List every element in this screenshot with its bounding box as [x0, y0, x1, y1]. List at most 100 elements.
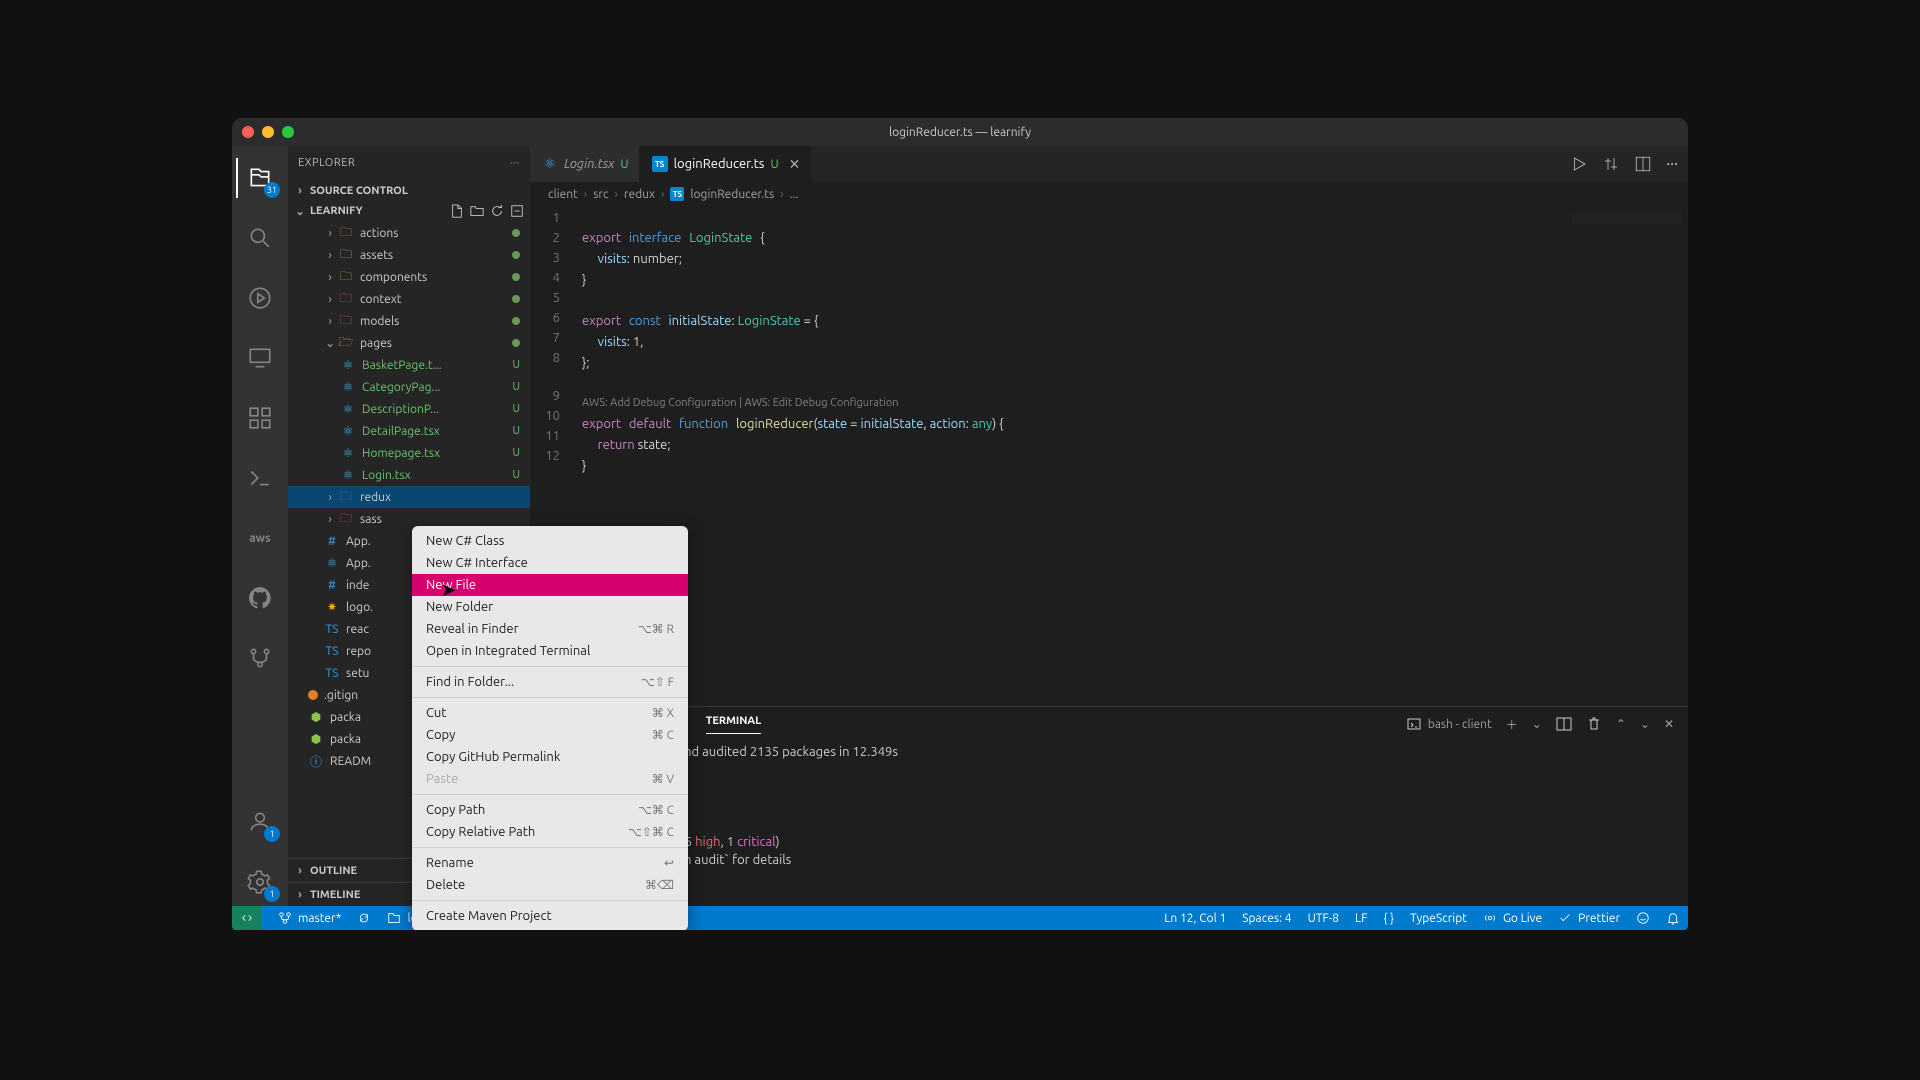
sidebar-more-icon[interactable]: ··· — [510, 157, 520, 169]
file-category[interactable]: ⚛CategoryPag...U — [288, 376, 530, 398]
tab-login-reducer[interactable]: TS loginReducer.ts U ✕ — [640, 146, 812, 182]
breadcrumb-item: loginReducer.ts — [690, 188, 774, 201]
ts-icon: TS — [652, 156, 668, 172]
menu-open-terminal[interactable]: Open in Integrated Terminal — [412, 640, 688, 662]
file-login[interactable]: ⚛Login.tsxU — [288, 464, 530, 486]
breadcrumb[interactable]: client› src› redux› TS loginReducer.ts› … — [530, 182, 1688, 206]
file-homepage[interactable]: ⚛Homepage.tsxU — [288, 442, 530, 464]
status-branch[interactable]: master* — [278, 911, 341, 925]
new-folder-icon[interactable] — [470, 204, 484, 218]
menu-reveal-finder[interactable]: Reveal in Finder⌥⌘ R — [412, 618, 688, 640]
tab-close-icon[interactable]: ✕ — [789, 156, 801, 173]
project-header[interactable]: ⌄LEARNIFY — [288, 202, 530, 220]
search-icon[interactable] — [236, 214, 284, 262]
tabs-bar: ⚛ Login.tsx U TS loginReducer.ts U ✕ — [530, 146, 1688, 182]
debug-icon[interactable] — [236, 274, 284, 322]
status-language[interactable]: TypeScript — [1410, 912, 1467, 925]
new-file-icon[interactable] — [450, 204, 464, 218]
window-controls — [232, 126, 294, 138]
minimap[interactable] — [1572, 212, 1682, 252]
menu-new-file[interactable]: New File — [412, 574, 688, 596]
terminal-dropdown-icon[interactable]: ⌄ — [1532, 717, 1542, 731]
tab-login[interactable]: ⚛ Login.tsx U — [530, 146, 640, 182]
status-golive[interactable]: Go Live — [1483, 911, 1542, 925]
compare-icon[interactable] — [1602, 155, 1620, 173]
codelens[interactable]: AWS: Add Debug Configuration | AWS: Edit… — [582, 394, 1688, 414]
breadcrumb-item: src — [593, 188, 608, 201]
remote-indicator[interactable] — [232, 906, 262, 930]
status-sync[interactable] — [357, 911, 371, 925]
sidebar-title: EXPLORER — [298, 157, 355, 169]
menu-new-folder[interactable]: New Folder — [412, 596, 688, 618]
refresh-icon[interactable] — [490, 204, 504, 218]
folder-components[interactable]: ›🗀components — [288, 266, 530, 288]
status-bell-icon[interactable] — [1666, 911, 1680, 925]
menu-copy-github[interactable]: Copy GitHub Permalink — [412, 746, 688, 768]
menu-paste: Paste⌘ V — [412, 768, 688, 790]
settings-icon[interactable]: 1 — [236, 858, 284, 906]
status-spaces[interactable]: Spaces: 4 — [1242, 912, 1291, 925]
folder-context[interactable]: ›🗀context — [288, 288, 530, 310]
section-label: SOURCE CONTROL — [310, 185, 408, 197]
file-basket[interactable]: ⚛BasketPage.t...U — [288, 354, 530, 376]
status-lncol[interactable]: Ln 12, Col 1 — [1164, 912, 1226, 925]
maximize-window-button[interactable] — [282, 126, 294, 138]
menu-new-csharp-class[interactable]: New C# Class — [412, 530, 688, 552]
folder-actions[interactable]: ›🗀actions — [288, 222, 530, 244]
file-detail[interactable]: ⚛DetailPage.tsxU — [288, 420, 530, 442]
status-braces-icon[interactable]: { } — [1383, 912, 1394, 925]
panel: PROBLEMS OUTPUT DEBUG CONSOLE TERMINAL b… — [530, 706, 1688, 906]
panel-tab-terminal[interactable]: TERMINAL — [706, 715, 761, 734]
titlebar: loginReducer.ts — learnify — [232, 118, 1688, 146]
terminal-output[interactable]: s from 24 contributors and audited 2135 … — [530, 741, 1688, 906]
play-icon[interactable] — [1570, 155, 1588, 173]
branch-icon[interactable] — [236, 634, 284, 682]
more-icon[interactable]: ··· — [1666, 155, 1678, 173]
project-name-label: LEARNIFY — [310, 205, 363, 217]
github-icon[interactable] — [236, 574, 284, 622]
folder-models[interactable]: ›🗀models — [288, 310, 530, 332]
menu-find-in-folder[interactable]: Find in Folder...⌥⇧ F — [412, 671, 688, 693]
menu-cut[interactable]: Cut⌘ X — [412, 702, 688, 724]
remote-icon[interactable] — [236, 334, 284, 382]
status-prettier[interactable]: Prettier — [1558, 911, 1620, 925]
minimize-window-button[interactable] — [262, 126, 274, 138]
activitybar: 31 aws — [232, 146, 288, 906]
terminal-maximize-icon[interactable]: ⌃ — [1616, 717, 1626, 731]
status-encoding[interactable]: UTF-8 — [1308, 912, 1339, 925]
menu-new-csharp-interface[interactable]: New C# Interface — [412, 552, 688, 574]
terminal-trash-icon[interactable] — [1586, 716, 1602, 732]
extensions-icon[interactable] — [236, 394, 284, 442]
sidebar-header: EXPLORER ··· — [288, 146, 530, 180]
window-title: loginReducer.ts — learnify — [889, 126, 1031, 139]
menu-rename[interactable]: Rename↩ — [412, 852, 688, 874]
menu-delete[interactable]: Delete⌘⌫ — [412, 874, 688, 896]
terminal-chevron-icon[interactable]: ⌄ — [1640, 717, 1650, 731]
menu-copy-relative-path[interactable]: Copy Relative Path⌥⇧⌘ C — [412, 821, 688, 843]
file-description[interactable]: ⚛DescriptionP...U — [288, 398, 530, 420]
terminal-close-icon[interactable]: ✕ — [1664, 717, 1674, 731]
collapse-icon[interactable] — [510, 204, 524, 218]
terminal-add-icon[interactable]: ＋ — [1506, 716, 1518, 733]
powershell-icon[interactable] — [236, 454, 284, 502]
tab-label: loginReducer.ts — [674, 157, 765, 171]
menu-copy[interactable]: Copy⌘ C — [412, 724, 688, 746]
menu-create-maven[interactable]: Create Maven Project — [412, 905, 688, 927]
menu-copy-path[interactable]: Copy Path⌥⌘ C — [412, 799, 688, 821]
section-source-control[interactable]: ›SOURCE CONTROL — [288, 180, 530, 202]
folder-pages[interactable]: ⌄🗁pages — [288, 332, 530, 354]
terminal-shell-selector[interactable]: bash - client — [1406, 716, 1492, 732]
status-eol[interactable]: LF — [1355, 912, 1367, 925]
editor-body[interactable]: 123 456 78 9 101112 export interface Log… — [530, 206, 1688, 706]
folder-redux[interactable]: ›🗀redux — [288, 486, 530, 508]
code-content[interactable]: export interface LoginState { visits: nu… — [582, 206, 1688, 706]
terminal-split-icon[interactable] — [1556, 716, 1572, 732]
close-window-button[interactable] — [242, 126, 254, 138]
window: loginReducer.ts — learnify 31 — [232, 118, 1688, 930]
split-editor-icon[interactable] — [1634, 155, 1652, 173]
folder-assets[interactable]: ›🗀assets — [288, 244, 530, 266]
explorer-icon[interactable]: 31 — [236, 154, 284, 202]
accounts-icon[interactable]: 1 — [236, 798, 284, 846]
status-feedback-icon[interactable] — [1636, 911, 1650, 925]
aws-icon[interactable]: aws — [236, 514, 284, 562]
